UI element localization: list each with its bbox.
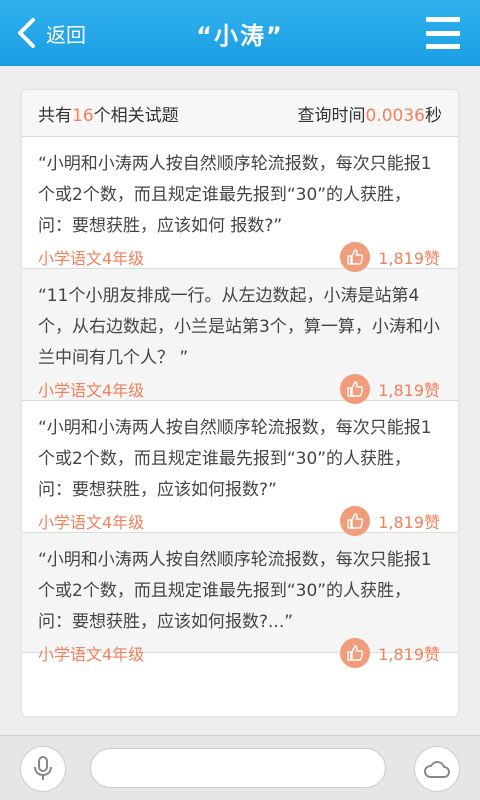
voice-button[interactable]: [20, 746, 66, 792]
question-text: “小明和小涛两人按自然顺序轮流报数，每次只能报1个或2个数，而且规定谁最先报到“…: [38, 418, 432, 500]
bottom-bar: [0, 735, 480, 800]
like-count: 1,819赞: [378, 249, 440, 268]
question-text: “11个小朋友排成一行。从左边数起，小涛是站第4个，从右边数起，小兰是站第3个，…: [38, 286, 440, 368]
results-card: 共有16个相关试题 查询时间0.0036秒 “小明和小涛两人按自然顺序轮流报数，…: [22, 90, 458, 716]
grade-label: 小学语文4年级: [38, 513, 145, 532]
like-count: 1,819赞: [378, 513, 440, 532]
like-button[interactable]: 1,819赞: [340, 506, 440, 536]
results-summary: 共有16个相关试题 查询时间0.0036秒: [22, 90, 458, 137]
mic-icon: [34, 756, 52, 780]
question-item[interactable]: “小明和小涛两人按自然顺序轮流报数，每次只能报1个或2个数，而且规定谁最先报到“…: [22, 533, 458, 668]
question-text: “小明和小涛两人按自然顺序轮流报数，每次只能报1个或2个数，而且规定谁最先报到“…: [38, 154, 432, 236]
menu-icon[interactable]: [426, 17, 460, 49]
like-count: 1,819赞: [378, 645, 440, 664]
question-item[interactable]: “小明和小涛两人按自然顺序轮流报数，每次只能报1个或2个数，而且规定谁最先报到“…: [22, 401, 458, 536]
like-count: 1,819赞: [378, 381, 440, 400]
time-unit: 秒: [425, 105, 442, 126]
grade-label: 小学语文4年级: [38, 381, 145, 400]
top-bar: 返回 “小涛”: [0, 0, 480, 66]
thumbs-up-icon: [340, 506, 371, 536]
like-button[interactable]: 1,819赞: [340, 242, 440, 272]
question-item[interactable]: “小明和小涛两人按自然顺序轮流报数，每次只能报1个或2个数，而且规定谁最先报到“…: [22, 137, 458, 272]
like-button[interactable]: 1,819赞: [340, 374, 440, 404]
like-button[interactable]: 1,819赞: [340, 638, 440, 668]
count-value: 16: [72, 105, 94, 126]
question-text: “小明和小涛两人按自然顺序轮流报数，每次只能报1个或2个数，而且规定谁最先报到“…: [38, 550, 432, 632]
page-title: “小涛”: [196, 21, 284, 50]
thumbs-up-icon: [340, 374, 371, 404]
count-suffix: 个相关试题: [93, 105, 179, 126]
search-input[interactable]: [90, 748, 386, 788]
thumbs-up-icon: [340, 638, 371, 668]
grade-label: 小学语文4年级: [38, 645, 145, 664]
cloud-button[interactable]: [414, 746, 460, 792]
thumbs-up-icon: [340, 242, 371, 272]
query-time: 查询时间0.0036秒: [298, 101, 442, 126]
time-label: 查询时间: [297, 105, 366, 126]
result-count: 共有16个相关试题: [38, 101, 179, 126]
cloud-icon: [424, 761, 450, 778]
count-prefix: 共有: [38, 105, 72, 126]
question-item[interactable]: “11个小朋友排成一行。从左边数起，小涛是站第4个，从右边数起，小兰是站第3个，…: [22, 269, 458, 404]
time-value: 0.0036: [365, 105, 425, 126]
grade-label: 小学语文4年级: [38, 249, 145, 268]
